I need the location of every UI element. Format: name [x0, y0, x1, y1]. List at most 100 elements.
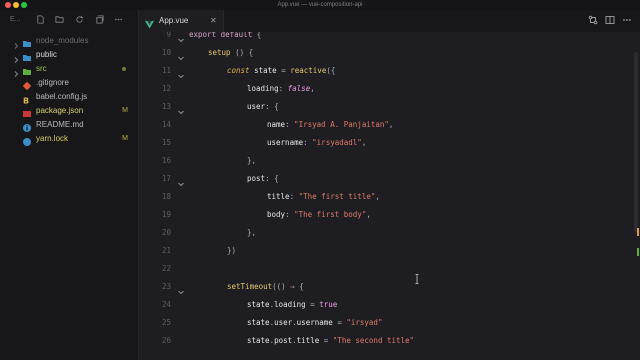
tree-item-node-modules[interactable]: node_modules	[0, 34, 138, 49]
fold-chevron-icon[interactable]	[177, 67, 185, 79]
tree-item-label: yarn.lock	[36, 134, 69, 143]
code-text: loading: false,	[247, 84, 315, 93]
code-line-18: 18 title: "The first title",	[139, 188, 629, 206]
code-line-21: 21 })	[139, 242, 629, 260]
tree-item-package-json[interactable]: package.json M	[0, 104, 138, 118]
fold-chevron-icon[interactable]	[177, 175, 185, 187]
tree-item-label: README.md	[36, 120, 84, 129]
line-number: 10	[161, 48, 171, 57]
code-text: title: "The first title",	[267, 192, 380, 201]
line-number: 13	[161, 102, 171, 111]
code-text: name: "Irsyad A. Panjaitan",	[267, 120, 394, 129]
new-file-icon[interactable]	[36, 15, 45, 24]
line-number: 17	[161, 174, 171, 183]
folder-icon	[22, 64, 32, 75]
tree-item-yarn-lock[interactable]: yarn.lock M	[0, 132, 138, 146]
code-line-26: 26 state.post.title = "The second title"	[139, 332, 629, 350]
code-text: body: "The first body",	[267, 210, 371, 219]
vue-icon	[145, 16, 154, 29]
code-text: export default {	[189, 32, 262, 39]
code-text: post: {	[247, 174, 279, 183]
tree-item-src[interactable]: src	[0, 62, 138, 77]
line-number: 14	[161, 120, 171, 129]
explorer-sidebar: E... node_modules public src .gitignore …	[0, 10, 139, 360]
code-text: },	[247, 156, 257, 165]
npm-icon	[22, 106, 32, 117]
line-number: 15	[161, 138, 171, 147]
close-tab-icon[interactable]: ✕	[210, 15, 217, 27]
code-editor[interactable]: 9 export default { 10 setup () { 11 cons…	[139, 32, 640, 360]
code-line-9: 9 export default {	[139, 32, 629, 44]
code-line-19: 19 body: "The first body",	[139, 206, 629, 224]
tree-item-public[interactable]: public	[0, 48, 138, 63]
overview-ruler-mark	[637, 228, 639, 236]
line-number: 23	[161, 282, 171, 291]
code-line-12: 12 loading: false,	[139, 80, 629, 98]
line-number: 22	[161, 264, 171, 273]
line-number: 26	[161, 336, 171, 345]
line-number: 20	[161, 228, 171, 237]
tab-bar: App.vue ✕	[139, 10, 640, 32]
modified-dot	[122, 67, 126, 71]
split-editor-icon[interactable]	[605, 15, 615, 25]
code-line-17: 17 post: {	[139, 170, 629, 188]
code-text: setup () {	[208, 48, 254, 57]
yarn-icon	[22, 134, 32, 146]
chevron-right-icon	[12, 51, 20, 63]
code-text: state.user.username = "irsyad"	[247, 318, 383, 327]
code-text: state.post.title = "The second title"	[247, 336, 415, 345]
line-number: 19	[161, 210, 171, 219]
code-line-24: 24 state.loading = true	[139, 296, 629, 314]
code-line-14: 14 name: "Irsyad A. Panjaitan",	[139, 116, 629, 134]
code-line-10: 10 setup () {	[139, 44, 629, 62]
code-text: })	[227, 246, 237, 255]
git-icon	[22, 78, 32, 91]
line-number: 18	[161, 192, 171, 201]
tree-item-gitignore[interactable]: .gitignore	[0, 76, 138, 91]
fold-chevron-icon[interactable]	[177, 103, 185, 115]
line-number: 21	[161, 246, 171, 255]
code-line-22: 22	[139, 260, 629, 278]
line-number: 9	[166, 32, 171, 39]
fold-chevron-icon[interactable]	[177, 32, 185, 43]
folder-icon	[22, 36, 32, 47]
refresh-icon[interactable]	[75, 15, 84, 24]
code-text: setTimeout(() ⇒ {	[227, 282, 304, 291]
code-line-20: 20 },	[139, 224, 629, 242]
folder-icon	[22, 50, 32, 61]
code-text: user: {	[247, 102, 279, 111]
code-line-16: 16 },	[139, 152, 629, 170]
editor-actions	[588, 15, 632, 27]
tab-label: App.vue	[159, 16, 189, 25]
tree-item-readme[interactable]: README.md	[0, 118, 138, 132]
explorer-toolbar: E...	[0, 10, 138, 32]
tree-item-babel-config[interactable]: B babel.config.js	[0, 90, 138, 106]
code-line-13: 13 user: {	[139, 98, 629, 116]
window-title: App.vue — vue-composition-api	[277, 2, 363, 8]
line-number: 24	[161, 300, 171, 309]
code-text: state.loading = true	[247, 300, 338, 309]
scrollbar-thumb[interactable]	[634, 52, 638, 232]
new-folder-icon[interactable]	[55, 15, 64, 24]
babel-icon: B	[22, 92, 32, 106]
tab-app-vue[interactable]: App.vue ✕	[139, 10, 224, 32]
collapse-all-icon[interactable]	[95, 15, 104, 24]
more-actions-icon[interactable]	[114, 15, 123, 24]
info-icon	[22, 120, 32, 132]
title-bar: App.vue — vue-composition-api	[0, 0, 640, 10]
fold-chevron-icon[interactable]	[177, 49, 185, 61]
code-line-25: 25 state.user.username = "irsyad"	[139, 314, 629, 332]
git-compare-icon[interactable]	[588, 15, 598, 25]
tree-item-label: src	[36, 64, 47, 73]
tree-item-label: babel.config.js	[36, 92, 88, 101]
editor-scrollbar[interactable]	[630, 32, 640, 360]
code-line-15: 15 username: "irsyadadl",	[139, 134, 629, 152]
tree-item-label: package.json	[36, 106, 84, 115]
fold-chevron-icon[interactable]	[177, 283, 185, 295]
line-number: 12	[161, 84, 171, 93]
git-status-badge: M	[122, 135, 128, 142]
code-text: const state = reactive({	[227, 66, 336, 75]
line-number: 11	[161, 66, 171, 75]
more-actions-icon[interactable]	[622, 15, 632, 25]
text-cursor-icon	[415, 271, 419, 284]
